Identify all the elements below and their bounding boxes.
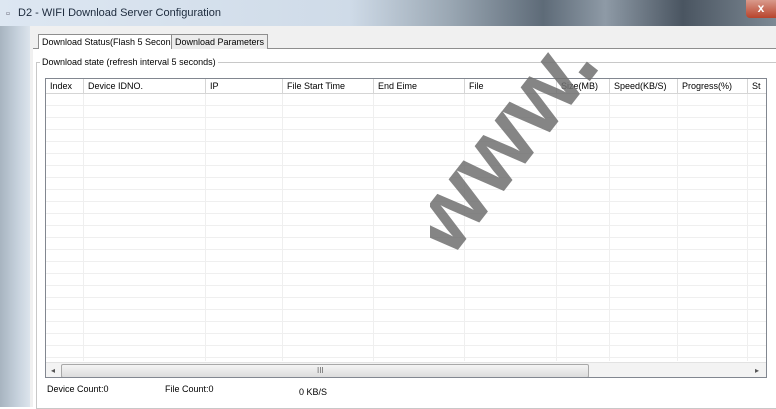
column-header-device-idno[interactable]: Device IDNO. (84, 79, 206, 93)
column-header-status[interactable]: St (748, 79, 766, 93)
column-divider (373, 94, 374, 361)
column-header-file[interactable]: File (465, 79, 557, 93)
window-frame-left (0, 26, 30, 407)
scrollbar-grip-icon: III (317, 366, 324, 375)
table-body[interactable] (46, 94, 766, 361)
column-header-speed[interactable]: Speed(KB/S) (610, 79, 678, 93)
tab-download-parameters[interactable]: Download Parameters (171, 34, 269, 49)
column-header-ip[interactable]: IP (206, 79, 283, 93)
column-header-progress[interactable]: Progress(%) (678, 79, 748, 93)
horizontal-scrollbar[interactable]: ◂ III ▸ (46, 362, 766, 377)
column-header-file-start-time[interactable]: File Start Time (283, 79, 374, 93)
download-status-table[interactable]: Index Device IDNO. IP File Start Time En… (45, 78, 767, 378)
column-divider (556, 94, 557, 361)
column-divider (83, 94, 84, 361)
app-window-icon[interactable]: ▫ (6, 8, 16, 20)
window-title: D2 - WIFI Download Server Configuration (18, 7, 221, 19)
device-count-label: Device Count:0 (47, 384, 109, 394)
column-header-end-time[interactable]: End Eime (374, 79, 465, 93)
scroll-right-arrow-icon[interactable]: ▸ (750, 364, 764, 377)
column-header-index[interactable]: Index (46, 79, 84, 93)
scroll-left-arrow-icon[interactable]: ◂ (46, 364, 60, 377)
scrollbar-thumb[interactable]: III (61, 364, 589, 377)
column-divider (282, 94, 283, 361)
column-divider (747, 94, 748, 361)
column-header-size[interactable]: Size(MB) (557, 79, 610, 93)
column-divider (205, 94, 206, 361)
file-count-label: File Count:0 (165, 384, 214, 394)
column-divider (609, 94, 610, 361)
tab-download-status[interactable]: Download Status(Flash 5 Second) (38, 34, 183, 49)
column-divider (464, 94, 465, 361)
close-button[interactable]: x (746, 0, 776, 18)
speed-label: 0 KB/S (299, 387, 328, 397)
download-state-group-label: Download state (refresh interval 5 secon… (40, 57, 218, 67)
table-header: Index Device IDNO. IP File Start Time En… (46, 79, 766, 94)
column-divider (677, 94, 678, 361)
